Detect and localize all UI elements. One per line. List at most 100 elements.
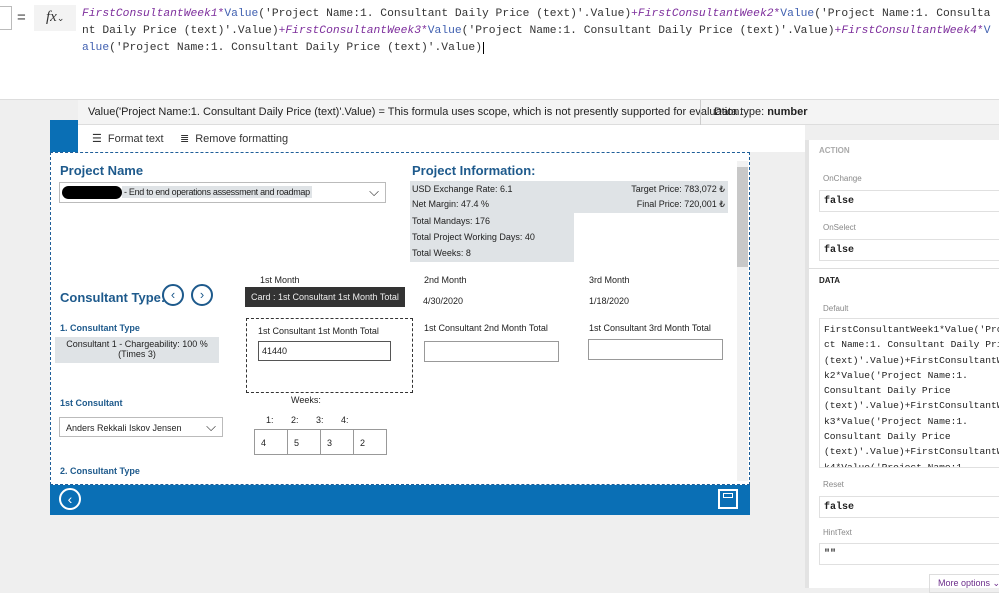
divider	[809, 268, 999, 269]
week-header: 4:	[341, 415, 349, 425]
scrollbar[interactable]	[737, 161, 748, 481]
formula-input[interactable]: FirstConsultantWeek1*Value('Project Name…	[82, 6, 997, 57]
formula-token: *	[976, 25, 984, 37]
redacted-mark	[62, 186, 122, 199]
format-toolbar: ☰ Format text ≣ Remove formatting	[78, 125, 805, 152]
app-screen: Project Name - End to end operations ass…	[50, 152, 750, 485]
default-line: (text)'.Value)+FirstConsultantWee	[824, 400, 999, 412]
default-line: k2*Value('Project Name:1.	[824, 369, 968, 381]
onchange-field[interactable]: false	[819, 190, 999, 212]
m1-total-input[interactable]: 41440	[258, 341, 391, 361]
formula-token: FirstConsultantWeek4	[841, 25, 977, 37]
week-input[interactable]: 3	[320, 429, 354, 455]
remove-formatting-button[interactable]: ≣ Remove formatting	[180, 132, 289, 146]
formula-token: +	[631, 8, 638, 20]
format-text-button[interactable]: ☰ Format text	[92, 132, 164, 146]
equals-sign: =	[17, 9, 26, 26]
hinttext-field[interactable]: ""	[819, 543, 999, 565]
project-info-title: Project Information:	[412, 163, 536, 178]
app-header-strip	[50, 120, 78, 152]
formula-token: FirstConsultantWeek2	[637, 8, 774, 20]
chevron-left-icon: ‹	[67, 491, 73, 507]
week-header: 2:	[291, 415, 299, 425]
consultant-type-1-value: Consultant 1 - Chargeability: 100 % (Time…	[55, 337, 219, 363]
back-button[interactable]: ‹	[59, 488, 81, 510]
formula-token: ('Project Name:1. Consultant Daily Price…	[258, 8, 632, 20]
formula-token: *	[420, 25, 428, 37]
save-icon[interactable]	[718, 489, 738, 509]
format-text-label: Format text	[107, 132, 164, 145]
project-name-title: Project Name	[60, 163, 144, 178]
week-input[interactable]: 2	[353, 429, 387, 455]
m2-total-input[interactable]	[424, 341, 559, 362]
default-field[interactable]: FirstConsultantWeek1*Value('Proje ct Name…	[819, 318, 999, 468]
data-type-label: Data type:	[714, 106, 765, 118]
properties-panel: ACTION OnChange false OnSelect false DAT…	[805, 140, 999, 593]
fx-icon: fx	[46, 9, 57, 25]
chevron-down-icon: ⌄	[56, 13, 65, 23]
usd-rate: USD Exchange Rate: 6.1	[412, 184, 513, 194]
section-action: ACTION	[819, 146, 850, 155]
week-header: 3:	[316, 415, 324, 425]
onselect-field[interactable]: false	[819, 239, 999, 261]
month3-label: 3rd Month	[589, 275, 630, 285]
total-working-days: Total Project Working Days: 40	[412, 232, 535, 242]
default-line: FirstConsultantWeek1*Value('Proje	[824, 324, 999, 335]
chevron-down-icon: ⌵	[206, 419, 216, 434]
chevron-left-icon: ‹	[170, 287, 176, 302]
formula-token: FirstConsultantWeek1	[82, 8, 218, 20]
reset-label: Reset	[823, 480, 844, 489]
tooltip: Card : 1st Consultant 1st Month Total	[245, 287, 405, 307]
data-type: Data type: number	[714, 106, 808, 118]
default-line: Consultant Daily Price	[824, 385, 951, 397]
m3-total-label: 1st Consultant 3rd Month Total	[589, 323, 711, 333]
project-dropdown[interactable]: - End to end operations assessment and r…	[59, 182, 386, 203]
fx-button[interactable]: fx⌄	[34, 5, 76, 31]
m3-total-input[interactable]	[588, 339, 723, 360]
month1-label: 1st Month	[260, 275, 300, 285]
weeks-label: Weeks:	[291, 395, 321, 405]
project-selected: - End to end operations assessment and r…	[122, 186, 312, 198]
month2-label: 2nd Month	[424, 275, 467, 285]
formula-token: ('Project Name:1. Consultant Daily Price…	[461, 25, 835, 37]
ct1-line2: (Times 3)	[118, 349, 156, 359]
scrollbar-thumb[interactable]	[737, 167, 748, 267]
consultant1-label: 1st Consultant	[60, 398, 123, 408]
week-header: 1:	[266, 415, 274, 425]
consultant1-dropdown[interactable]: Anders Rekkali Iskov Jensen ⌵	[59, 417, 223, 437]
week-input[interactable]: 4	[254, 429, 288, 455]
data-type-value: number	[767, 106, 808, 118]
selected-card[interactable]: 1st Consultant 1st Month Total 41440	[246, 318, 413, 393]
more-options-button[interactable]: More options ⌄	[929, 574, 999, 593]
consultant1-value: Anders Rekkali Iskov Jensen	[66, 423, 182, 433]
next-button[interactable]: ›	[191, 284, 213, 306]
formula-token: Value	[780, 8, 815, 20]
previous-button[interactable]: ‹	[162, 284, 184, 306]
evaluation-message: Value('Project Name:1. Consultant Daily …	[88, 106, 743, 118]
hinttext-label: HintText	[823, 528, 852, 537]
formula-token: ('Project Name:1. Consultant Daily Price…	[109, 42, 482, 54]
week-input[interactable]: 5	[287, 429, 321, 455]
divider	[700, 100, 701, 125]
text-cursor	[482, 42, 484, 54]
property-dropdown[interactable]	[0, 6, 12, 30]
final-price: Final Price: 720,001 ₺	[636, 199, 725, 209]
reset-field[interactable]: false	[819, 496, 999, 518]
remove-formatting-icon: ≣	[180, 133, 190, 145]
target-price: Target Price: 783,072 ₺	[631, 184, 725, 194]
formula-bar: = fx⌄ FirstConsultantWeek1*Value('Projec…	[0, 0, 999, 100]
ct1-line1: Consultant 1 - Chargeability: 100 %	[66, 339, 208, 349]
m1-total-label: 1st Consultant 1st Month Total	[258, 326, 379, 336]
default-line: ct Name:1. Consultant Daily Price	[824, 339, 999, 351]
app-footer: ‹	[50, 485, 750, 515]
default-line: k4*Value('Project Name:1	[824, 461, 963, 468]
consultant-type-title: Consultant Type:	[60, 290, 166, 305]
formula-token: FirstConsultantWeek3	[285, 25, 421, 37]
consultant-type-2-label: 2. Consultant Type	[60, 466, 140, 476]
evaluation-bar: Value('Project Name:1. Consultant Daily …	[78, 100, 999, 125]
format-text-icon: ☰	[92, 133, 102, 145]
remove-formatting-label: Remove formatting	[195, 132, 289, 145]
chevron-down-icon: ⌵	[369, 184, 379, 199]
formula-token: Value	[427, 25, 462, 37]
consultant-type-1-label: 1. Consultant Type	[60, 323, 140, 333]
